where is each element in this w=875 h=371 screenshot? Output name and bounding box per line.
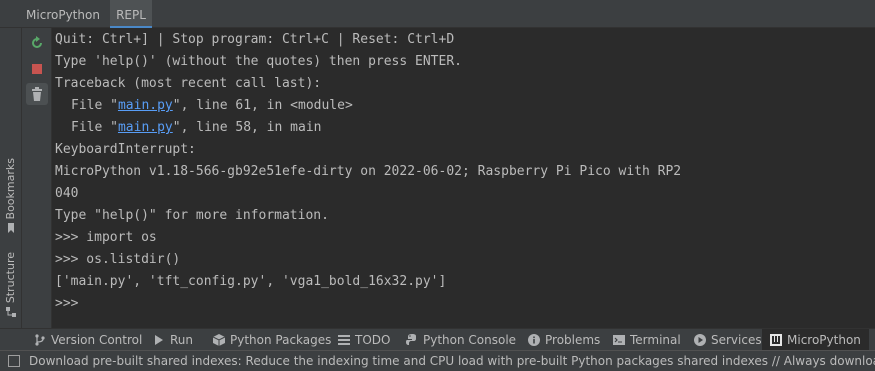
tab-label: Version Control xyxy=(51,333,143,347)
tab-run[interactable]: Run xyxy=(153,329,193,351)
console-line: Traceback (most recent call last): xyxy=(55,76,322,91)
repl-console[interactable]: Quit: Ctrl+] | Stop program: Ctrl+C | Re… xyxy=(53,28,875,328)
bookmark-icon xyxy=(8,223,14,234)
tab-label: Python Console xyxy=(423,333,517,347)
tab-problems[interactable]: Problems xyxy=(528,329,600,351)
info-icon xyxy=(528,334,540,346)
tab-label: Problems xyxy=(545,333,601,347)
traceback-text: ", line 61, in <module> xyxy=(172,98,353,113)
console-line: Quit: Ctrl+] | Stop program: Ctrl+C | Re… xyxy=(55,32,455,47)
bottom-tool-bar: Version Control Run Python Packages TODO… xyxy=(0,328,875,351)
stop-icon xyxy=(32,64,42,74)
status-bar: Download pre-built shared indexes: Reduc… xyxy=(0,350,875,371)
micropython-icon xyxy=(770,334,782,346)
tool-windows-icon[interactable] xyxy=(8,355,20,367)
services-icon xyxy=(694,334,706,346)
tab-python-packages[interactable]: Python Packages xyxy=(213,329,331,351)
tool-window-tab-bar: MicroPython REPL xyxy=(0,0,875,29)
tab-terminal[interactable]: Terminal xyxy=(613,329,681,351)
tab-label: Python Packages xyxy=(230,333,332,347)
tab-label: Run xyxy=(170,333,194,347)
console-line: KeyboardInterrupt: xyxy=(55,142,196,157)
traceback-text: ", line 58, in main xyxy=(172,120,322,135)
console-line: >>> os.listdir() xyxy=(55,252,181,267)
sidebar-tab-label: Bookmarks xyxy=(4,158,17,220)
sidebar-tab-structure[interactable]: Structure xyxy=(2,252,20,318)
status-message[interactable]: Download pre-built shared indexes: Reduc… xyxy=(29,351,875,371)
tab-label: MicroPython xyxy=(787,333,861,347)
traceback-text: File " xyxy=(71,98,118,113)
tab-python-console[interactable]: Python Console xyxy=(406,329,516,351)
tab-micropython[interactable]: MicroPython xyxy=(22,0,104,28)
terminal-icon xyxy=(613,334,625,346)
python-icon xyxy=(406,334,418,346)
console-line: Type 'help()' (without the quotes) then … xyxy=(55,54,462,69)
packages-icon xyxy=(213,334,225,346)
clear-console-button[interactable] xyxy=(26,83,48,105)
list-icon xyxy=(338,334,350,346)
traceback-line: File "main.py", line 61, in <module> xyxy=(53,95,875,117)
file-link[interactable]: main.py xyxy=(118,120,173,135)
tab-todo[interactable]: TODO xyxy=(338,329,390,351)
console-line: >>> import os xyxy=(55,230,157,245)
console-line: Type "help()" for more information. xyxy=(55,208,329,223)
tab-services[interactable]: Services xyxy=(694,329,762,351)
console-line: 040 xyxy=(55,186,79,201)
branch-icon xyxy=(34,334,46,346)
sidebar-tab-bookmarks[interactable]: Bookmarks xyxy=(2,158,20,234)
structure-icon xyxy=(6,307,16,318)
traceback-line: File "main.py", line 58, in main xyxy=(53,117,875,139)
play-icon xyxy=(153,334,165,346)
tab-label: TODO xyxy=(355,333,391,347)
traceback-text: File " xyxy=(71,120,118,135)
console-line: MicroPython v1.18-566-gb92e51efe-dirty o… xyxy=(55,164,682,179)
console-line: ['main.py', 'tft_config.py', 'vga1_bold_… xyxy=(55,274,447,289)
left-sidebar: Bookmarks Structure xyxy=(0,28,22,328)
rerun-icon xyxy=(32,36,42,48)
rerun-button[interactable] xyxy=(26,32,48,54)
tab-repl[interactable]: REPL xyxy=(110,0,152,29)
tab-micropython-tool[interactable]: MicroPython xyxy=(762,329,869,351)
file-link[interactable]: main.py xyxy=(118,98,173,113)
tab-label: Terminal xyxy=(630,333,681,347)
repl-toolbar xyxy=(22,28,52,328)
sidebar-tab-label: Structure xyxy=(4,252,17,304)
trash-icon xyxy=(32,87,42,101)
console-prompt[interactable]: >>> xyxy=(53,293,875,315)
tab-label: Services xyxy=(711,333,762,347)
stop-button[interactable] xyxy=(26,58,48,80)
tab-version-control[interactable]: Version Control xyxy=(34,329,142,351)
